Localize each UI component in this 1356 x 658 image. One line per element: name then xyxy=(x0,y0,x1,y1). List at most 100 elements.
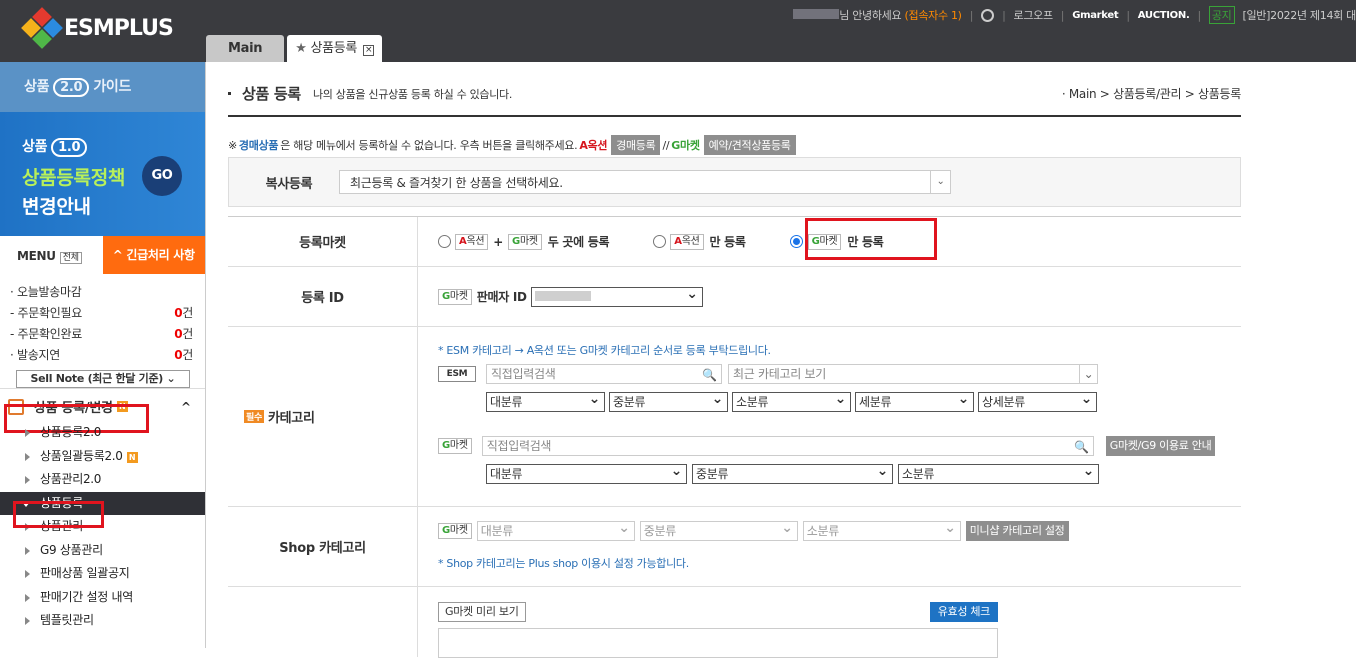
radio-both[interactable] xyxy=(438,235,451,248)
option-both-text: 두 곳에 등록 xyxy=(548,233,609,250)
gmarket-lv3-select[interactable]: 소분류 xyxy=(898,464,1099,484)
search-icon[interactable]: 🔍 xyxy=(1074,438,1089,456)
esm-search-placeholder: 직접입력검색 xyxy=(491,367,555,381)
auction-register-button[interactable]: 경매등록 xyxy=(611,135,660,155)
gmarket-category-selects: 대분류 중분류 소분류 xyxy=(486,464,1241,484)
title-bullet xyxy=(228,92,231,95)
logo-mark-icon xyxy=(24,10,60,46)
menu-bar: MENU전체 ^ 긴급처리 사항 xyxy=(0,236,205,274)
reg-id-row: 등록 ID G마켓 판매자 ID xyxy=(228,267,1241,327)
menu-all-button[interactable]: 전체 xyxy=(60,252,82,264)
sidebar-item[interactable]: 상품일괄등록2.0N xyxy=(0,445,205,469)
shop-selects: G마켓 대분류 중분류 소분류 미니샵 카테고리 설정 xyxy=(438,521,1241,541)
sell-note-dropdown[interactable]: Sell Note (최근 한달 기준) ⌄ xyxy=(16,370,190,388)
tab-main-label: Main xyxy=(228,41,262,56)
preview-content: G마켓 미리 보기 유효성 체크 xyxy=(418,587,1241,657)
validity-check-button[interactable]: 유효성 체크 xyxy=(930,602,998,622)
status-label: · 오늘발송마감 xyxy=(10,282,81,303)
esmplus-logo[interactable]: ESMPLUS xyxy=(24,10,173,46)
recent-category-placeholder: 최근 카테고리 보기 xyxy=(733,367,826,381)
esm-lv4-select[interactable]: 세분류 xyxy=(855,392,974,412)
sidebar-item[interactable]: 템플릿관리 xyxy=(0,609,205,633)
market-options: A옥션 + G마켓 두 곳에 등록 A옥션 만 등록 G마켓 만 등록 xyxy=(418,217,1241,266)
shop-lv3-select[interactable]: 소분류 xyxy=(803,521,961,541)
gmarket-lv1-select[interactable]: 대분류 xyxy=(486,464,687,484)
policy-banner[interactable]: 상품1.0 상품등록정책 변경안내 GO xyxy=(0,112,205,236)
radio-auction-only[interactable] xyxy=(653,235,666,248)
page-header: 상품 등록 나의 상품을 신규상품 등록 하실 수 있습니다. · Main >… xyxy=(228,72,1241,117)
esm-lv5-select[interactable]: 상세분류 xyxy=(978,392,1097,412)
status-row[interactable]: · 발송지연0건 xyxy=(10,345,205,366)
copy-placeholder: 최근등록 & 즐겨찾기 한 상품을 선택하세요. xyxy=(350,174,563,191)
tab-main[interactable]: Main xyxy=(206,35,284,62)
fee-guide-button[interactable]: G마켓/G9 이용료 안내 xyxy=(1106,436,1216,456)
menu-label: MENU전체 xyxy=(0,236,103,274)
status-row[interactable]: · 오늘발송마감 xyxy=(10,282,205,303)
tab-bar: Main ★ 상품등록 × xyxy=(206,35,385,62)
category-row: 필수카테고리 * ESM 카테고리 → A옥션 또는 G마켓 카테고리 순서로 … xyxy=(228,327,1241,507)
gmarket-link[interactable]: Gmarket xyxy=(1072,10,1118,21)
sidebar-item[interactable]: 판매상품 일괄공지 xyxy=(0,562,205,586)
page-subtitle: 나의 상품을 신규상품 등록 하실 수 있습니다. xyxy=(313,86,512,102)
preview-area[interactable] xyxy=(438,628,998,658)
tab-product-register[interactable]: ★ 상품등록 × xyxy=(287,35,382,62)
notice-text: 은 해당 메뉴에서 등록하실 수 없습니다. 우측 버튼을 클릭해주세요. xyxy=(280,137,577,153)
close-tab-icon[interactable]: × xyxy=(363,45,374,56)
recent-category-select[interactable]: 최근 카테고리 보기⌄ xyxy=(728,364,1098,384)
search-icon[interactable]: 🔍 xyxy=(702,366,717,384)
market-label: 등록마켓 xyxy=(228,217,418,266)
reg-id-content: G마켓 판매자 ID xyxy=(418,267,1241,326)
sidebar-item[interactable]: 상품관리2.0 xyxy=(0,468,205,492)
reg-id-label: 등록 ID xyxy=(228,267,418,326)
clock-icon[interactable] xyxy=(981,9,994,22)
preview-row: G마켓 미리 보기 유효성 체크 xyxy=(228,587,1241,657)
esm-search-input[interactable]: 직접입력검색 🔍 xyxy=(486,364,722,384)
esm-badge: ESM xyxy=(438,366,476,382)
status-panel: · 오늘발송마감 - 주문확인필요0건 - 주문확인완료0건 · 발송지연0건 … xyxy=(0,274,205,389)
plus-sign: + xyxy=(493,235,503,249)
tab-register-label: 상품등록 xyxy=(310,41,357,56)
category-label: 필수카테고리 xyxy=(228,327,418,506)
notice-ticker[interactable]: [일반]2022년 제14회 대 xyxy=(1243,7,1356,23)
urgent-tab[interactable]: ^ 긴급처리 사항 xyxy=(103,236,205,274)
collapse-icon[interactable]: ^ xyxy=(181,400,191,414)
guide-link[interactable]: 상품2.0가이드 xyxy=(0,62,205,112)
guide-suffix: 가이드 xyxy=(93,79,131,95)
auction-mark: A옥션 xyxy=(670,234,703,250)
shop-lv1-select[interactable]: 대분류 xyxy=(477,521,635,541)
logo-text: ESMPLUS xyxy=(64,16,173,41)
status-unit: 건 xyxy=(182,306,193,320)
esm-lv1-select[interactable]: 대분류 xyxy=(486,392,605,412)
star-icon: ★ xyxy=(295,41,306,56)
sidebar-item[interactable]: 상품등록2.0 xyxy=(0,421,205,445)
gmarket-lv2-select[interactable]: 중분류 xyxy=(692,464,893,484)
logout-link[interactable]: 로그오프 xyxy=(1014,7,1053,23)
status-label: - 주문확인필요 xyxy=(10,303,82,324)
sidebar-item[interactable]: 판매기간 설정 내역 xyxy=(0,586,205,610)
go-button[interactable]: GO xyxy=(142,156,182,196)
gmarket-preview-button[interactable]: G마켓 미리 보기 xyxy=(438,602,526,622)
market-row: 등록마켓 A옥션 + G마켓 두 곳에 등록 A옥션 만 등록 G마켓 만 등록 xyxy=(228,217,1241,267)
copy-select[interactable]: 최근등록 & 즐겨찾기 한 상품을 선택하세요. ⌄ xyxy=(339,170,951,194)
esm-lv3-select[interactable]: 소분류 xyxy=(732,392,851,412)
auction-link[interactable]: AUCTION. xyxy=(1138,10,1190,21)
seller-id-label: 판매자 ID xyxy=(477,288,527,305)
preview-label xyxy=(228,587,418,657)
reserve-register-button[interactable]: 예약/견적상품등록 xyxy=(704,135,796,155)
shop-lv2-select[interactable]: 중분류 xyxy=(640,521,798,541)
main-content: 상품 등록 나의 상품을 신규상품 등록 하실 수 있습니다. · Main >… xyxy=(228,62,1241,155)
sidebar: 상품2.0가이드 상품1.0 상품등록정책 변경안내 GO MENU전체 ^ 긴… xyxy=(0,62,206,648)
status-row[interactable]: - 주문확인필요0건 xyxy=(10,303,205,324)
gmarket-search-input[interactable]: 직접입력검색🔍 xyxy=(482,436,1094,456)
seller-id-select[interactable] xyxy=(531,287,703,307)
option-auction-text: 만 등록 xyxy=(710,233,746,250)
visitor-count-link[interactable]: (접속자수 1) xyxy=(905,9,962,22)
minishop-category-button[interactable]: 미니샵 카테고리 설정 xyxy=(966,521,1069,541)
banner-version: 1.0 xyxy=(51,138,87,157)
sidebar-item[interactable]: G9 상품관리 xyxy=(0,539,205,563)
user-name-masked xyxy=(793,9,839,19)
esm-lv2-select[interactable]: 중분류 xyxy=(609,392,728,412)
status-row[interactable]: - 주문확인완료0건 xyxy=(10,324,205,345)
category-title: 카테고리 xyxy=(268,407,315,426)
radio-gmarket-only[interactable] xyxy=(790,235,803,248)
